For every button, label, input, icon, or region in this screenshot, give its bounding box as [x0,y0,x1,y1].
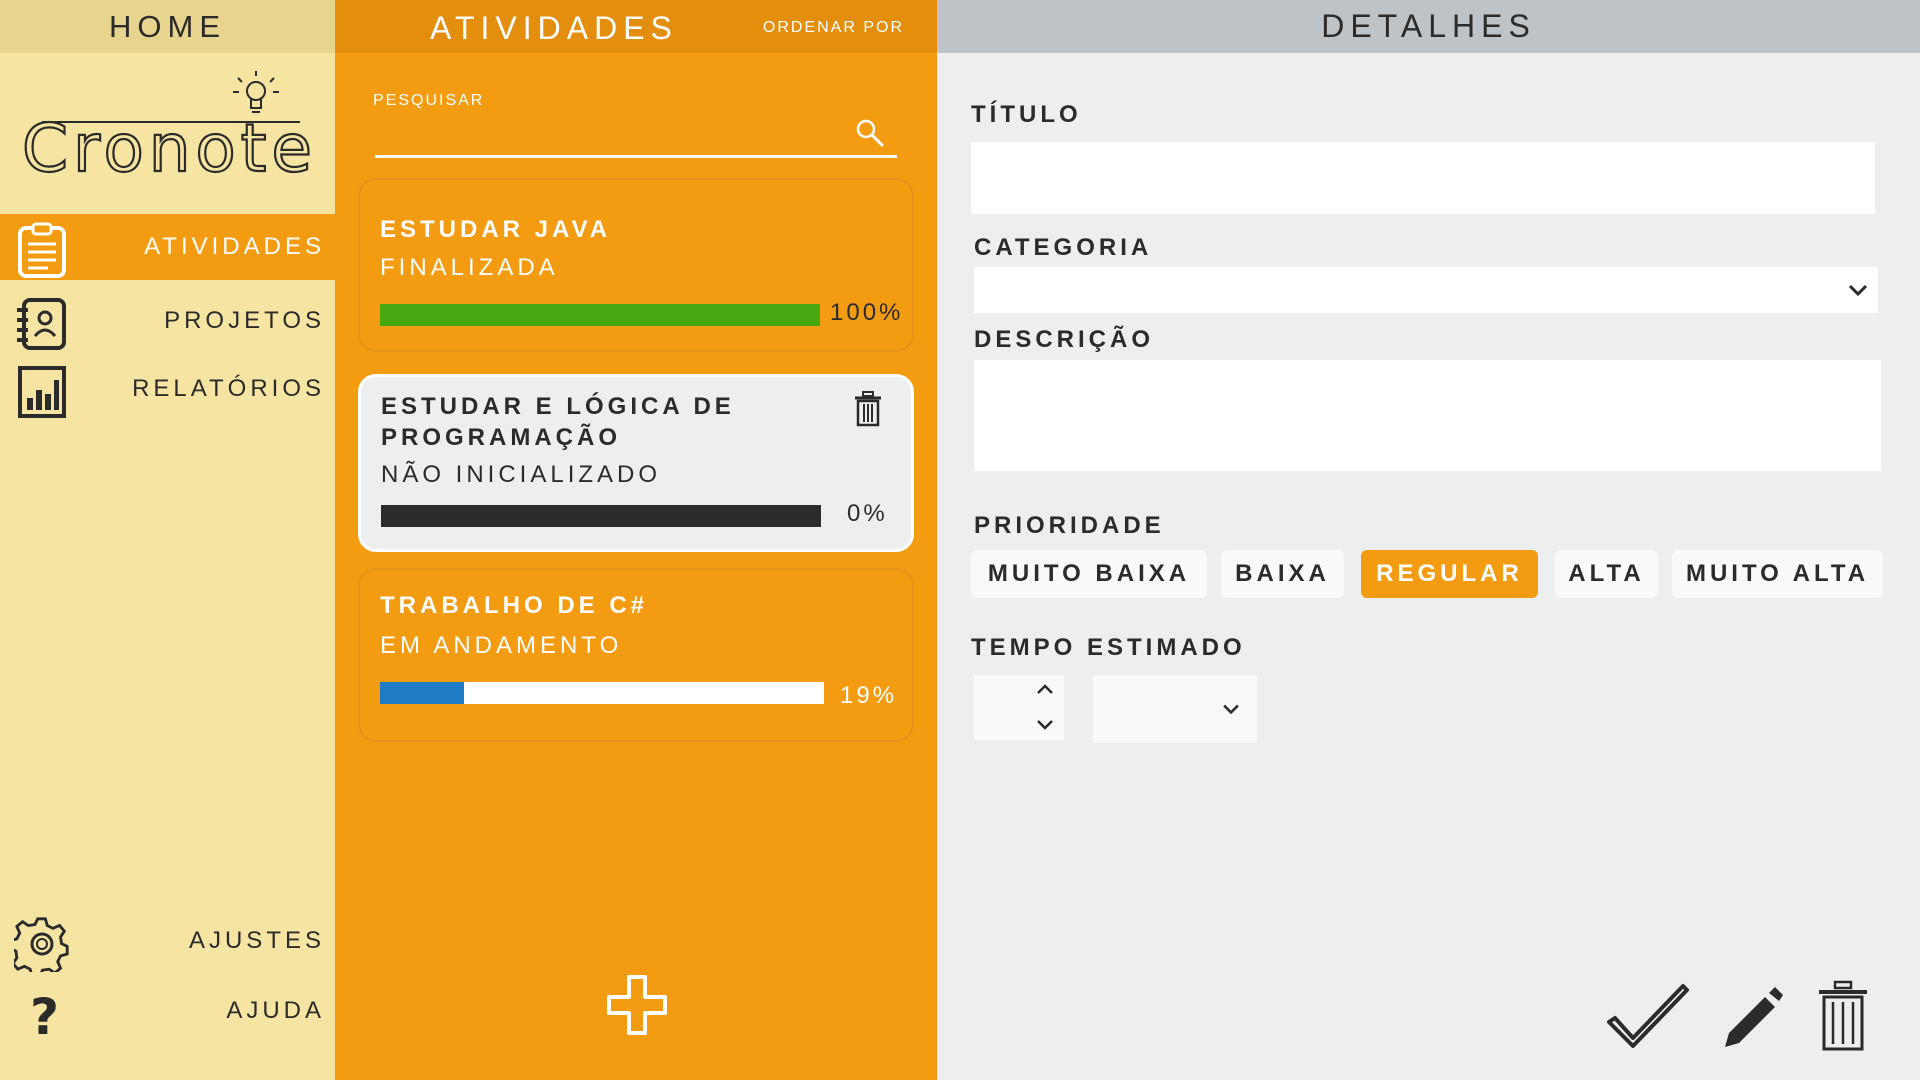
clipboard-icon [18,222,66,278]
sidebar-item-label: AJUDA [226,997,325,1024]
sidebar-item-relatorios[interactable]: RELATÓRIOS [0,356,335,422]
chevron-down-icon[interactable] [1036,719,1054,731]
sidebar-item-projetos[interactable]: PROJETOS [0,288,335,354]
svg-text:?: ? [30,988,59,1042]
time-unit-select[interactable] [1093,675,1257,743]
question-icon: ? [30,988,59,1042]
search-icon[interactable] [855,118,885,148]
sidebar-item-label: ATIVIDADES [144,233,325,260]
trash-icon[interactable] [853,391,883,427]
confirm-check-icon[interactable] [1605,982,1691,1054]
home-header[interactable]: HOME [0,0,335,53]
time-stepper[interactable] [974,675,1064,740]
edit-pencil-icon[interactable] [1721,985,1785,1049]
activity-title: TRABALHO DE C# [380,592,649,619]
activities-header: ATIVIDADES ORDENAR POR [335,0,937,53]
progress-bar [380,682,824,704]
bar-chart-icon [18,366,66,418]
activity-status: EM ANDAMENTO [380,632,623,659]
activity-title: ESTUDAR E LÓGICA DE PROGRAMAÇÃO [381,393,735,451]
gear-icon [14,917,69,972]
sidebar-item-ajuda[interactable]: ? AJUDA [0,978,335,1044]
activities-panel: ATIVIDADES ORDENAR POR PESQUISAR ESTUDAR… [335,0,937,1080]
search-label: PESQUISAR [373,92,485,109]
progress-bar [381,505,821,527]
sidebar-item-label: AJUSTES [188,927,325,954]
delete-trash-icon[interactable] [1817,980,1869,1052]
progress-percent: 19% [840,682,898,709]
chevron-down-icon [1223,704,1239,715]
activity-status: FINALIZADA [380,254,559,281]
activities-title: ATIVIDADES [430,10,678,46]
priority-baixa-button[interactable]: BAIXA [1221,550,1344,598]
progress-bar [380,304,820,326]
sidebar: HOME Cronote ATIVIDADES PROJETOS RELATÓR… [0,0,335,1080]
priority-label: PRIORIDADE [974,512,1165,539]
cronote-logo: Cronote [21,71,313,186]
priority-muito-baixa-button[interactable]: MUITO BAIXA [971,550,1207,598]
progress-percent: 100% [830,299,904,326]
order-by-button[interactable]: ORDENAR POR [763,19,904,37]
priority-alta-button[interactable]: ALTA [1555,550,1658,598]
activity-title: ESTUDAR JAVA [380,216,612,243]
title-field[interactable] [971,142,1875,214]
sidebar-item-label: PROJETOS [164,307,325,334]
sidebar-item-label: RELATÓRIOS [132,375,325,402]
category-label: CATEGORIA [974,234,1153,261]
chevron-up-icon[interactable] [1036,683,1054,695]
progress-fill [381,505,821,527]
progress-fill [380,304,820,326]
search-input[interactable] [375,112,897,158]
activity-status: NÃO INICIALIZADO [381,461,662,488]
details-header: DETALHES [937,0,1920,53]
progress-fill [380,682,465,704]
activity-card[interactable]: ESTUDAR JAVA FINALIZADA 100% [358,178,914,352]
sidebar-item-ajustes[interactable]: AJUSTES [0,908,335,974]
chevron-down-icon [1848,284,1868,297]
category-select[interactable] [974,267,1878,313]
progress-percent: 0% [847,500,888,527]
contacts-book-icon [17,298,66,350]
activity-card-selected[interactable]: ESTUDAR E LÓGICA DE PROGRAMAÇÃO NÃO INIC… [358,374,914,552]
activity-card[interactable]: TRABALHO DE C# EM ANDAMENTO 19% [358,568,914,742]
title-label: TÍTULO [971,101,1082,128]
estimated-time-label: TEMPO ESTIMADO [971,634,1246,661]
add-activity-button[interactable] [607,975,667,1035]
sidebar-item-atividades[interactable]: ATIVIDADES [0,214,335,280]
priority-regular-button[interactable]: REGULAR [1361,550,1538,598]
priority-muito-alta-button[interactable]: MUITO ALTA [1672,550,1883,598]
description-label: DESCRIÇÃO [974,326,1155,353]
details-panel: DETALHES TÍTULO CATEGORIA DESCRIÇÃO PRIO… [937,0,1920,1080]
description-field[interactable] [974,360,1881,471]
